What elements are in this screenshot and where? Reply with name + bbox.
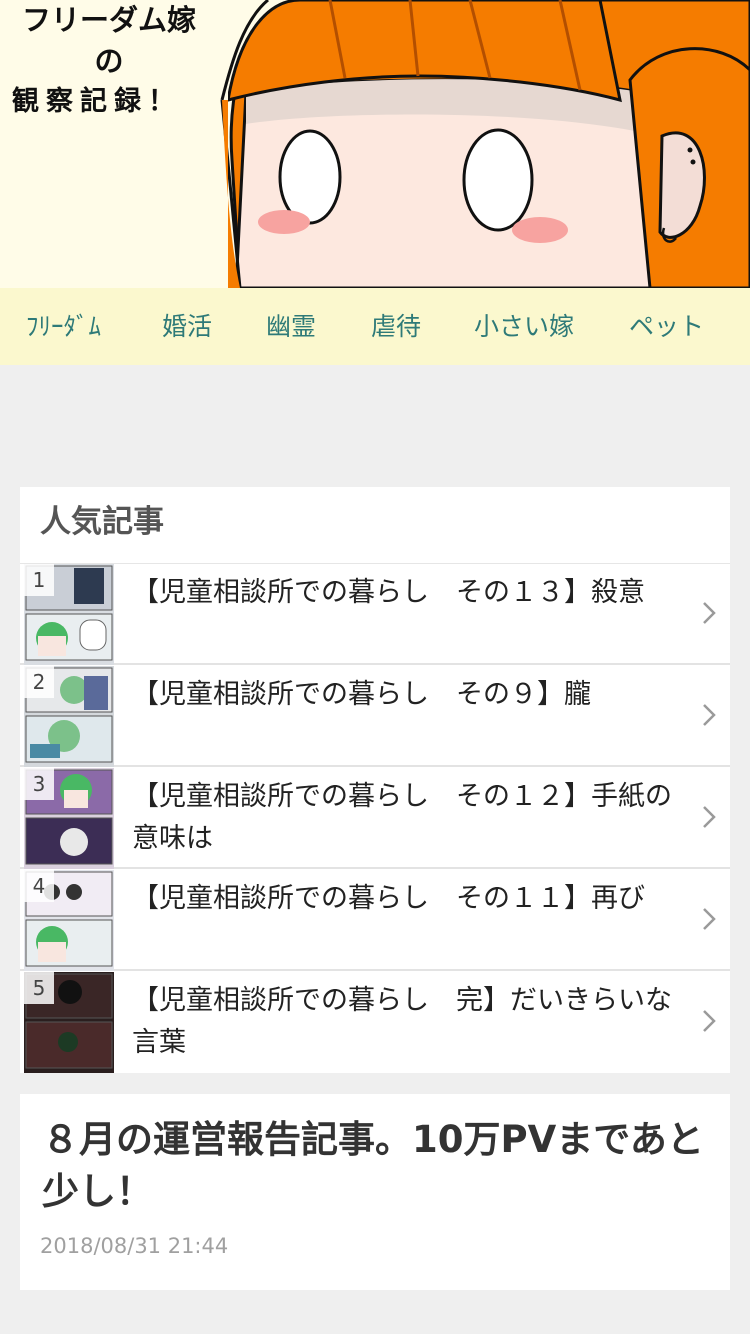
manga-thumbnail-icon: 4 bbox=[24, 870, 114, 971]
manga-thumbnail-icon: 3 bbox=[24, 768, 114, 869]
chevron-right-icon bbox=[703, 602, 716, 624]
popular-item[interactable]: 4 【児童相談所での暮らし その１１】再び bbox=[20, 870, 730, 971]
popular-item-title: 【児童相談所での暮らし その１３】殺意 bbox=[132, 577, 645, 608]
site-header-banner[interactable]: フリーダム嫁 の 観察記録！ bbox=[0, 0, 750, 288]
site-title-line3: 観察記録！ bbox=[12, 86, 182, 117]
nav-item-chiisai-yome[interactable]: 小さい嫁 bbox=[474, 288, 574, 365]
category-nav: ﾌﾘｰﾀﾞﾑ 婚活 幽霊 虐待 小さい嫁 ペット bbox=[0, 288, 750, 365]
manga-thumbnail-icon: 2 bbox=[24, 666, 114, 767]
popular-articles-widget: 人気記事 1 【児童相談所での暮らし その１３】殺意 2 【児童相談所での暮らし… bbox=[20, 487, 730, 1073]
nav-item-pet[interactable]: ペット bbox=[629, 288, 704, 365]
popular-heading: 人気記事 bbox=[40, 504, 164, 540]
popular-item[interactable]: 1 【児童相談所での暮らし その１３】殺意 bbox=[20, 564, 730, 665]
popular-item[interactable]: 5 【児童相談所での暮らし 完】だいきらいな言葉 bbox=[20, 972, 730, 1073]
site-title-line2: の bbox=[94, 44, 124, 78]
popular-item[interactable]: 3 【児童相談所での暮らし その１２】手紙の意味は bbox=[20, 768, 730, 869]
popular-item-title: 【児童相談所での暮らし その９】朧 bbox=[132, 679, 591, 710]
nav-item-freedom[interactable]: ﾌﾘｰﾀﾞﾑ bbox=[26, 288, 101, 365]
chevron-right-icon bbox=[703, 806, 716, 828]
popular-item-title: 【児童相談所での暮らし 完】だいきらいな言葉 bbox=[132, 985, 672, 1058]
site-title-line1: フリーダム嫁 bbox=[21, 3, 196, 37]
rank-number: 3 bbox=[24, 768, 54, 800]
popular-item-title: 【児童相談所での暮らし その１２】手紙の意味は bbox=[132, 781, 672, 854]
manga-thumbnail-icon: 5 bbox=[24, 972, 114, 1073]
chevron-right-icon bbox=[703, 704, 716, 726]
manga-thumbnail-icon: 1 bbox=[24, 564, 114, 665]
chevron-right-icon bbox=[703, 908, 716, 930]
nav-item-konkatsu[interactable]: 婚活 bbox=[162, 288, 212, 365]
article-title[interactable]: ８月の運営報告記事。10万PVまであと少し！ bbox=[42, 1114, 712, 1218]
rank-number: 5 bbox=[24, 972, 54, 1004]
nav-item-yurei[interactable]: 幽霊 bbox=[266, 288, 316, 365]
rank-number: 2 bbox=[24, 666, 54, 698]
article-card[interactable]: ８月の運営報告記事。10万PVまであと少し！ 2018/08/31 21:44 bbox=[20, 1094, 730, 1290]
site-title: フリーダム嫁 の 観察記録！ bbox=[6, 3, 212, 117]
rank-number: 1 bbox=[24, 564, 54, 596]
popular-item[interactable]: 2 【児童相談所での暮らし その９】朧 bbox=[20, 666, 730, 767]
article-date: 2018/08/31 21:44 bbox=[40, 1234, 229, 1258]
nav-item-gyakutai[interactable]: 虐待 bbox=[371, 288, 421, 365]
popular-item-title: 【児童相談所での暮らし その１１】再び bbox=[132, 883, 645, 914]
chevron-right-icon bbox=[703, 1010, 716, 1032]
rank-number: 4 bbox=[24, 870, 54, 902]
